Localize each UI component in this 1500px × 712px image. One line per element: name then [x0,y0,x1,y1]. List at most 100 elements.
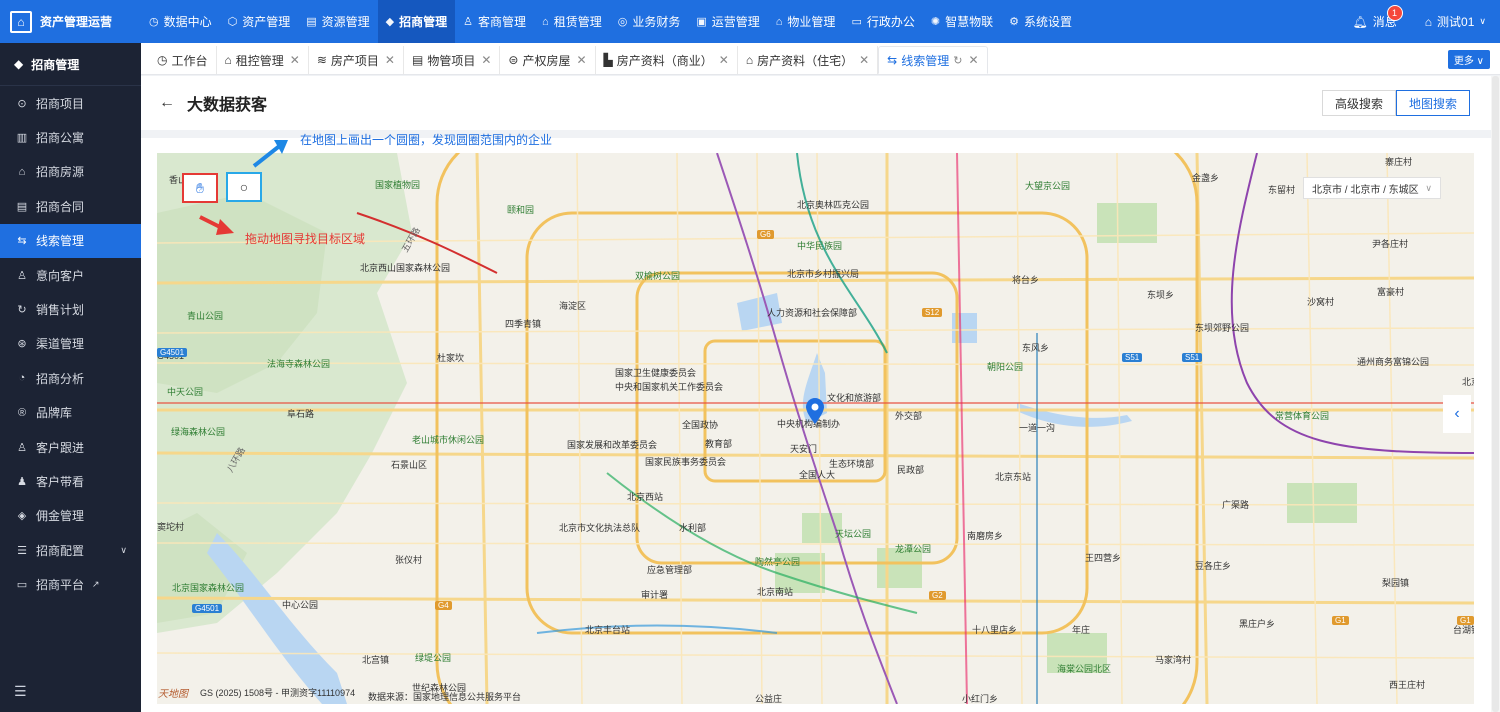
topnav-item[interactable]: ⬡ 资产管理 [220,0,299,43]
map-place-label: 公益庄 [755,694,783,704]
tab[interactable]: ▙ 房产资料（商业） ✕ [596,46,738,74]
commission-icon: ◈ [17,510,27,523]
map-place-label: 北京南站 [757,587,794,597]
tab[interactable]: ⌂ 租控管理 ✕ [217,46,309,74]
sidebar-item[interactable]: ☰ 招商配置 ∨ [0,533,141,567]
location-pin-icon[interactable] [806,398,824,424]
sidebar-item[interactable]: ⊛ 渠道管理 [0,327,141,361]
close-icon[interactable]: ✕ [385,53,395,67]
map-place-label: 海棠公园北区 [1057,664,1112,674]
sidebar-item[interactable]: ◈ 佣金管理 [0,499,141,533]
topnav-item[interactable]: ◆ 招商管理 [377,0,456,43]
tab[interactable]: ⌂ 房产资料（住宅） ✕ [738,46,879,74]
map-place-label: 北京西站 [627,492,664,502]
topnav-label: 运营管理 [711,15,760,29]
tab[interactable]: ⇆ 线索管理 ↻ ✕ [878,46,988,74]
brand[interactable]: ⌂ 资产管理运营 [0,0,141,43]
map-search-button[interactable]: 地图搜索 [1395,90,1470,116]
tab[interactable]: ⊜ 产权房屋 ✕ [500,46,596,74]
topnav-label: 业务财务 [632,15,681,29]
sidebar-header[interactable]: ◆ 招商管理 [0,43,141,86]
map-place-label: 全国人大 [799,470,836,480]
road-shield: S51 [1182,353,1203,362]
refresh-icon[interactable]: ↻ [953,54,962,67]
map-place-label: 陶然亭公园 [755,557,801,567]
chevron-left-icon: ‹ [1454,405,1460,422]
user-menu[interactable]: ⌂ 测试01 ∨ [1425,13,1486,30]
sidebar-item[interactable]: ▭ 招商平台 ↗ [0,567,141,601]
messages-button[interactable]: 🔔︎ 消息 1 [1353,5,1403,30]
tab-icon: ⇆ [887,53,898,67]
road-shield: G1 [1332,616,1349,625]
tab[interactable]: ▤ 物管项目 ✕ [404,46,501,74]
coin-icon: ◎ [617,16,628,28]
topnav-item[interactable]: ▤ 资源管理 [298,0,377,43]
topnav-item[interactable]: ⌂ 物业管理 [768,0,844,43]
close-icon[interactable]: ✕ [719,53,729,67]
tab-label: 产权房屋 [522,53,571,68]
region-select[interactable]: 北京市 / 北京市 / 东城区 ∨ [1303,177,1441,199]
sidebar-item[interactable]: ▤ 招商合同 [0,189,141,223]
sidebar-item[interactable]: ⇆ 线索管理 [0,223,141,258]
tab[interactable]: ≋ 房产项目 ✕ [309,46,404,74]
top-nav-menu: ◷ 数据中心 ⬡ 资产管理 ▤ 资源管理 ◆ 招商管理 ♙ 客商管理 ⌂ 租赁管理 ◎ 业务财务 ▣ 运营管理… [141,0,1080,43]
page-scrollbar[interactable] [1491,76,1500,712]
sidebar-item[interactable]: ↻ 销售计划 [0,292,141,326]
map-place-label: 外交部 [895,411,923,421]
expand-panel-button[interactable]: ‹ [1443,395,1471,433]
tab-label: 租控管理 [235,53,284,68]
sidebar-item-label: 招商分析 [36,371,85,386]
topnav-item[interactable]: ✺ 智慧物联 [923,0,1001,43]
more-tabs-button[interactable]: 更多 ∨ [1447,50,1490,69]
advanced-search-button[interactable]: 高级搜索 [1321,90,1396,116]
close-icon[interactable]: ✕ [968,53,978,67]
map-place-label: 大望京公园 [1025,181,1071,191]
arrow-down-right-icon [199,215,234,235]
sidebar-item-label: 品牌库 [36,406,73,421]
close-icon[interactable]: ✕ [576,53,586,67]
map-place-label: 审计署 [641,590,669,600]
back-arrow-icon[interactable]: ← [159,94,175,112]
sidebar-item[interactable]: ▥ 招商公寓 [0,120,141,154]
sidebar-item[interactable]: ◔ 招商分析 [0,361,141,395]
topnav-item[interactable]: ♙ 客商管理 [455,0,534,43]
hand-icon: ✋︎ [196,179,204,196]
topnav-item[interactable]: ▭ 行政办公 [843,0,922,43]
tab[interactable]: ◷ 工作台 [149,46,217,74]
sidebar-item[interactable]: ♟ 客户带看 [0,464,141,498]
clue-icon: ⇆ [17,235,27,248]
sidebar-header-label: 招商管理 [31,57,80,72]
map-place-label: 豆各庄乡 [1195,561,1232,571]
channel-icon: ⊛ [17,338,27,351]
map-place-label: 马家湾村 [1155,655,1192,665]
topnav-item[interactable]: ◎ 业务财务 [610,0,689,43]
sidebar-item[interactable]: ♙ 客户跟进 [0,430,141,464]
draw-circle-tool[interactable]: ○ [226,172,262,202]
map-place-label: 南磨房乡 [967,531,1004,541]
top-right-tools: 🔔︎ 消息 1 ⌂ 测试01 ∨ [1353,5,1500,30]
close-icon[interactable]: ✕ [290,53,300,67]
map-place-label: 中央和国家机关工作委员会 [615,382,724,392]
sidebar-item[interactable]: ® 品牌库 [0,396,141,430]
circle-search-hint: 在地图上画出一个圆圈，发现圆圈范围内的企业 [300,133,553,147]
map-place-label: 中心公园 [282,600,319,610]
map-provider-logo: 天地图 [158,689,188,700]
topnav-item[interactable]: ◷ 数据中心 [141,0,220,43]
close-icon[interactable]: ✕ [859,53,869,67]
close-icon[interactable]: ✕ [481,53,491,67]
topnav-item[interactable]: ▣ 运营管理 [688,0,767,43]
road-shield: G4501 [192,604,223,613]
tab-label: 房产资料（住宅） [757,53,854,68]
collapse-menu-icon[interactable]: ☰ [14,683,27,700]
topnav-item[interactable]: ⚙ 系统设置 [1001,0,1080,43]
map-place-label: 人力资源和社会保障部 [767,308,858,318]
sidebar-item[interactable]: ⊙ 招商项目 [0,86,141,120]
map-place-label: 北京市 [1462,377,1474,387]
sidebar-item[interactable]: ♙ 意向客户 [0,258,141,292]
topnav-label: 行政办公 [866,15,915,29]
platform-icon: ▭ [16,579,28,592]
sidebar-item[interactable]: ⌂ 招商房源 [0,155,141,189]
drag-map-tool[interactable]: ✋︎ [182,173,218,203]
topnav-item[interactable]: ⌂ 租赁管理 [534,0,610,43]
map-place-label: 绿海森林公园 [171,427,226,437]
